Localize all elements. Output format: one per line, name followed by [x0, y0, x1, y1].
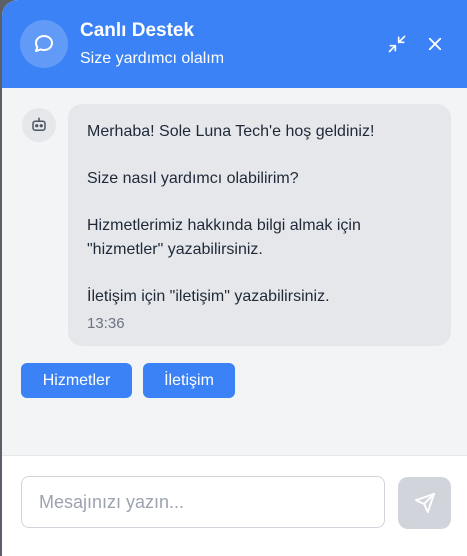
header-subtitle: Size yardımcı olalım: [80, 50, 225, 67]
chat-bubble-icon: [20, 20, 68, 68]
bot-avatar: [22, 108, 56, 142]
chat-header: Canlı Destek Size yardımcı olalım: [2, 0, 467, 88]
message-line: Merhaba! Sole Luna Tech'e hoş geldiniz!: [87, 123, 375, 140]
composer: [2, 455, 467, 556]
minimize-arrows-icon: [388, 35, 406, 53]
send-button[interactable]: [398, 477, 451, 529]
chat-widget: Canlı Destek Size yardımcı olalım Merhab…: [2, 0, 467, 556]
header-title: Canlı Destek: [80, 20, 195, 41]
message-timestamp: 13:36: [87, 315, 125, 332]
robot-icon: [32, 117, 46, 131]
message-line: Size nasıl yardımcı olabilirim?: [87, 170, 299, 187]
bot-message-text: Merhaba! Sole Luna Tech'e hoş geldiniz! …: [87, 120, 437, 308]
message-line: İletişim için "iletişim" yazabilirsiniz.: [87, 287, 330, 305]
bot-message-bubble: Merhaba! Sole Luna Tech'e hoş geldiniz! …: [68, 104, 451, 346]
send-icon: [414, 492, 435, 514]
message-line: Hizmetlerimiz hakkında bilgi almak için …: [87, 217, 361, 258]
minimize-button[interactable]: [385, 32, 409, 56]
quick-reply-hizmetler-button[interactable]: Hizmetler: [21, 363, 132, 398]
close-button[interactable]: [423, 32, 447, 56]
close-icon: [428, 37, 442, 51]
message-input[interactable]: [21, 476, 385, 528]
quick-reply-iletisim-button[interactable]: İletişim: [143, 363, 235, 398]
